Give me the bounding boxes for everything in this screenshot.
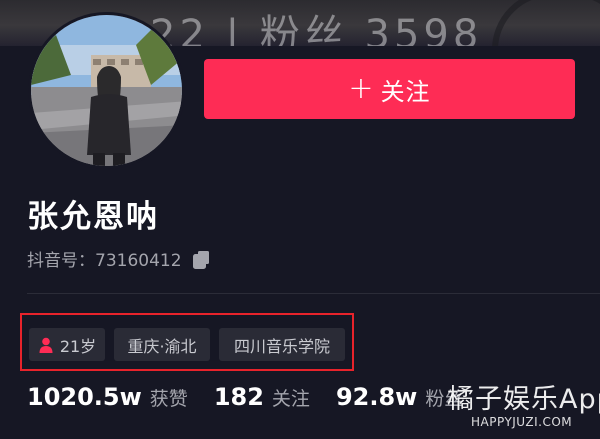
plus-icon: + (348, 71, 375, 106)
school-tag: 四川音乐学院 (219, 328, 345, 361)
stat-following[interactable]: 182 关注 (214, 383, 310, 411)
avatar-photo (31, 15, 182, 166)
stat-label: 获赞 (149, 388, 188, 410)
stat-label: 粉丝 (425, 388, 464, 410)
stat-value: 92.8w (335, 383, 418, 411)
avatar[interactable] (28, 12, 185, 169)
tags-highlight-box: 21岁 重庆·渝北 四川音乐学院 (20, 313, 354, 371)
copy-icon[interactable] (192, 249, 212, 269)
banner-decoration (492, 0, 600, 46)
douyin-id-text: 抖音号：73160412 (27, 251, 182, 271)
stat-followers[interactable]: 92.8w 粉丝 (336, 383, 463, 411)
stat-value: 1020.5w (27, 383, 142, 411)
age-tag: 21岁 (29, 328, 105, 361)
female-icon (39, 337, 53, 353)
follow-button[interactable]: + 关注 (204, 59, 575, 119)
banner-overlay-text: 22 | 粉丝 3598 (150, 12, 483, 46)
stats-row: 1020.5w 获赞 182 关注 92.8w 粉丝 (27, 383, 489, 419)
stat-likes: 1020.5w 获赞 (27, 383, 188, 411)
follow-button-label: 关注 (380, 77, 431, 106)
location-tag: 重庆·渝北 (114, 328, 210, 361)
stat-label: 关注 (271, 388, 310, 410)
douyin-id-row: 抖音号：73160412 (27, 246, 212, 271)
profile-name: 张允恩呐 (27, 199, 159, 235)
stat-value: 182 (213, 383, 264, 411)
age-tag-label: 21岁 (59, 336, 97, 356)
section-divider (27, 293, 600, 294)
